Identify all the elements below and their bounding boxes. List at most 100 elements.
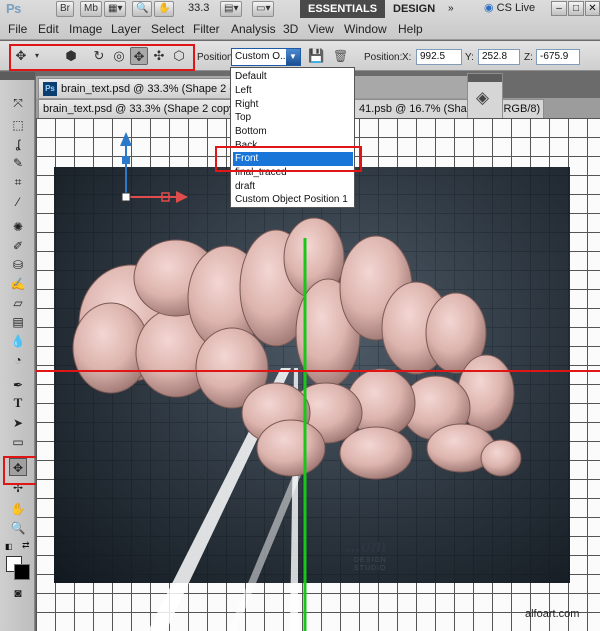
- 3d-object-tool-icon[interactable]: ✥: [9, 458, 27, 476]
- bridge-button[interactable]: Br: [56, 1, 74, 17]
- doc-tab-2[interactable]: brain_text.psd @ 33.3% (Shape 2 copy 4, …: [38, 99, 248, 133]
- position-option-back[interactable]: Back: [233, 139, 353, 153]
- menu-image[interactable]: Image: [69, 22, 102, 36]
- position-select-value: Custom O...: [235, 51, 289, 62]
- 3d-scale-icon[interactable]: ⬡: [170, 47, 188, 65]
- quick-select-tool-icon[interactable]: ✎: [9, 154, 27, 172]
- view-extras-button[interactable]: ▦▾: [104, 1, 127, 17]
- 3d-roll-icon[interactable]: ◎: [110, 47, 128, 65]
- y-field[interactable]: 252.8: [478, 49, 520, 65]
- 3d-object-rotate-preset-icon[interactable]: ✥: [12, 47, 30, 65]
- x-axis-arrow-icon[interactable]: [176, 191, 188, 203]
- eyedropper-tool-icon[interactable]: ⁄: [9, 193, 27, 211]
- arrange-documents-button[interactable]: ▤▾: [220, 1, 243, 17]
- crop-tool-icon[interactable]: ⌗: [9, 173, 27, 191]
- pen-tool-icon[interactable]: ✒: [9, 376, 27, 394]
- panel-dock-header[interactable]: [468, 74, 502, 82]
- layers-3d-icon[interactable]: ◈: [476, 88, 489, 108]
- blur-tool-icon[interactable]: 💧: [9, 332, 27, 350]
- tool-preset-chevron-icon[interactable]: ▾: [32, 47, 42, 65]
- brain-lobe: [339, 426, 413, 480]
- workspace-essentials[interactable]: ESSENTIALS: [300, 0, 386, 18]
- healing-brush-tool-icon[interactable]: ✺: [9, 218, 27, 236]
- eraser-tool-icon[interactable]: ▱: [9, 294, 27, 312]
- swap-colors-icon[interactable]: ⇄: [22, 540, 30, 551]
- delete-position-icon[interactable]: 🗑: [333, 49, 348, 63]
- 3d-slide-icon[interactable]: ✣: [150, 47, 168, 65]
- save-position-icon[interactable]: 💾: [308, 48, 324, 64]
- doc-tab-3[interactable]: 41.psb @ 16.7% (Shape 2 ... RGB/8): [354, 99, 544, 118]
- z-label: Z:: [524, 52, 533, 63]
- history-brush-tool-icon[interactable]: ✍: [9, 275, 27, 293]
- z-field[interactable]: -675.9: [536, 49, 580, 65]
- menu-window[interactable]: Window: [344, 22, 387, 36]
- 3d-panel-dock: ◈: [467, 73, 503, 119]
- quick-mask-icon[interactable]: ◙: [9, 584, 27, 602]
- path-selection-tool-icon[interactable]: ➤: [9, 414, 27, 432]
- menu-edit[interactable]: Edit: [38, 22, 59, 36]
- psd-file-icon: Ps: [43, 82, 57, 97]
- position-option-final-traced[interactable]: final_traced: [233, 166, 353, 180]
- menu-analysis[interactable]: Analysis: [231, 22, 276, 36]
- menu-bar: File Edit Image Layer Select Filter Anal…: [0, 20, 600, 40]
- dropdown-arrow-icon[interactable]: ▼: [286, 49, 300, 65]
- axis-origin-handle[interactable]: [121, 192, 131, 202]
- menu-3d[interactable]: 3D: [283, 22, 298, 36]
- position-option-left[interactable]: Left: [233, 84, 353, 98]
- menu-help[interactable]: Help: [398, 22, 423, 36]
- hand-tool-icon[interactable]: ✋: [9, 500, 27, 518]
- position-option-custom-1[interactable]: Custom Object Position 1: [233, 193, 353, 207]
- position-select[interactable]: Custom O... ▼: [231, 48, 301, 66]
- menu-select[interactable]: Select: [151, 22, 184, 36]
- mini-bridge-button[interactable]: Mb: [80, 1, 102, 17]
- tools-panel: ⤧ ⬚ ʆ ✎ ⌗ ⁄ ✺ ✐ ⛁ ✍ ▱ ▤ 💧 ◔ ✒ T ➤ ▭ ✥ ✢ …: [0, 72, 35, 631]
- position-option-top[interactable]: Top: [233, 111, 353, 125]
- z-axis-arrow-icon[interactable]: [120, 132, 132, 146]
- z-axis-handle[interactable]: [122, 156, 130, 164]
- 3d-drag-icon[interactable]: ✥: [130, 47, 148, 65]
- gradient-tool-icon[interactable]: ▤: [9, 313, 27, 331]
- position-option-draft[interactable]: draft: [233, 180, 353, 194]
- dodge-tool-icon[interactable]: ◔: [9, 351, 27, 369]
- brush-tool-icon[interactable]: ✐: [9, 237, 27, 255]
- 3d-camera-tool-icon[interactable]: ✢: [9, 479, 27, 497]
- menu-layer[interactable]: Layer: [111, 22, 141, 36]
- cs-live-button[interactable]: ◉ CS Live: [484, 1, 535, 14]
- x-field[interactable]: 992.5: [416, 49, 462, 65]
- lasso-tool-icon[interactable]: ʆ: [9, 135, 27, 153]
- menu-filter[interactable]: Filter: [193, 22, 220, 36]
- position-option-front[interactable]: Front: [233, 152, 353, 166]
- menu-file[interactable]: File: [8, 22, 27, 36]
- brain-lobe: [480, 439, 522, 477]
- clone-stamp-tool-icon[interactable]: ⛁: [9, 256, 27, 274]
- position-option-right[interactable]: Right: [233, 98, 353, 112]
- position-option-default[interactable]: Default: [233, 70, 353, 84]
- 3d-object-icon[interactable]: ⬢: [62, 47, 80, 65]
- minimize-button[interactable]: –: [551, 1, 567, 16]
- move-tool-icon[interactable]: ⤧: [9, 94, 27, 112]
- shape-tool-icon[interactable]: ▭: [9, 433, 27, 451]
- default-colors-icon[interactable]: ◧: [5, 542, 13, 551]
- zoom-level[interactable]: 33.3: [188, 2, 209, 14]
- close-button[interactable]: ✕: [585, 1, 600, 16]
- brain-lobe: [256, 419, 326, 477]
- photoshop-window: Ps Br Mb ▦▾ 🔍 ✋ 33.3 ▤▾ ▭▾ ESSENTIALS DE…: [0, 0, 600, 631]
- background-color[interactable]: [14, 564, 30, 580]
- type-tool-icon[interactable]: T: [9, 395, 27, 413]
- zoom-tool-button[interactable]: 🔍: [132, 1, 153, 17]
- position-option-bottom[interactable]: Bottom: [233, 125, 353, 139]
- position-label: Position:: [197, 52, 236, 63]
- doc-tab-1[interactable]: Ps brain_text.psd @ 33.3% (Shape 2 copy: [38, 78, 260, 98]
- hand-tool-button[interactable]: ✋: [154, 1, 175, 17]
- menu-view[interactable]: View: [308, 22, 334, 36]
- marquee-tool-icon[interactable]: ⬚: [9, 116, 27, 134]
- zoom-tool-icon[interactable]: 🔍: [9, 519, 27, 537]
- doc-tab-1-label: brain_text.psd @ 33.3% (Shape 2 copy: [61, 83, 253, 95]
- maximize-button[interactable]: □: [568, 1, 584, 16]
- workspace-more-icon[interactable]: »: [448, 3, 454, 14]
- cs-live-label: CS Live: [496, 2, 536, 14]
- tools-panel-header: [0, 72, 35, 80]
- 3d-rotate-icon[interactable]: ↻: [90, 47, 108, 65]
- screen-mode-button[interactable]: ▭▾: [252, 1, 275, 17]
- workspace-design[interactable]: DESIGN: [385, 0, 443, 18]
